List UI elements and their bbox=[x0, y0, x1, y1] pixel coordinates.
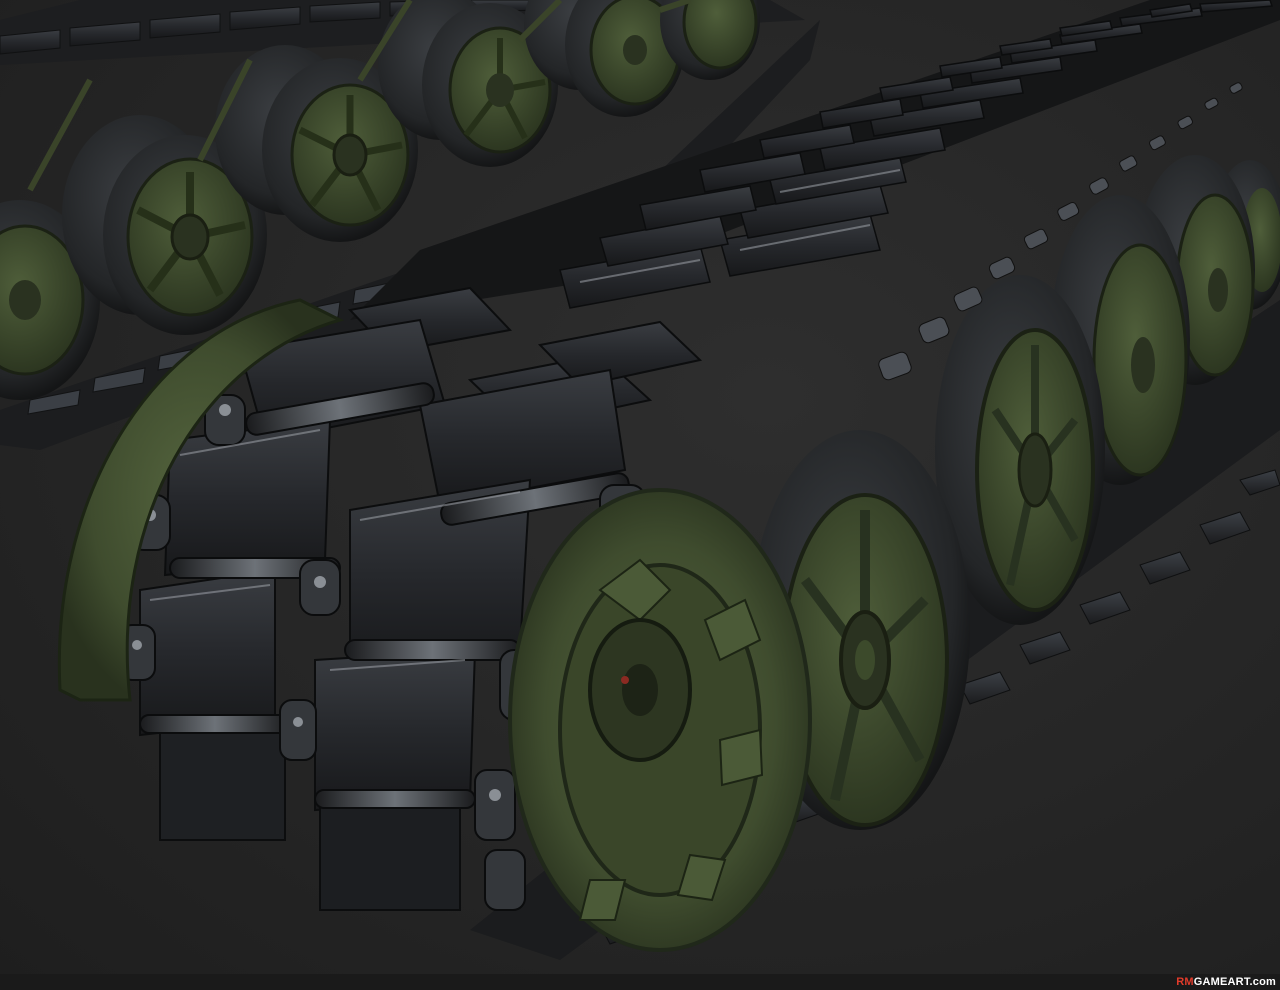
watermark-rest: GAMEART.com bbox=[1193, 976, 1276, 988]
watermark-prefix: RM bbox=[1176, 976, 1194, 988]
render-canvas: RMGAMEART.com bbox=[0, 0, 1280, 990]
tank-track-render bbox=[0, 0, 1280, 960]
watermark-bar bbox=[0, 974, 1280, 990]
watermark-text: RMGAMEART.com bbox=[1176, 975, 1276, 989]
